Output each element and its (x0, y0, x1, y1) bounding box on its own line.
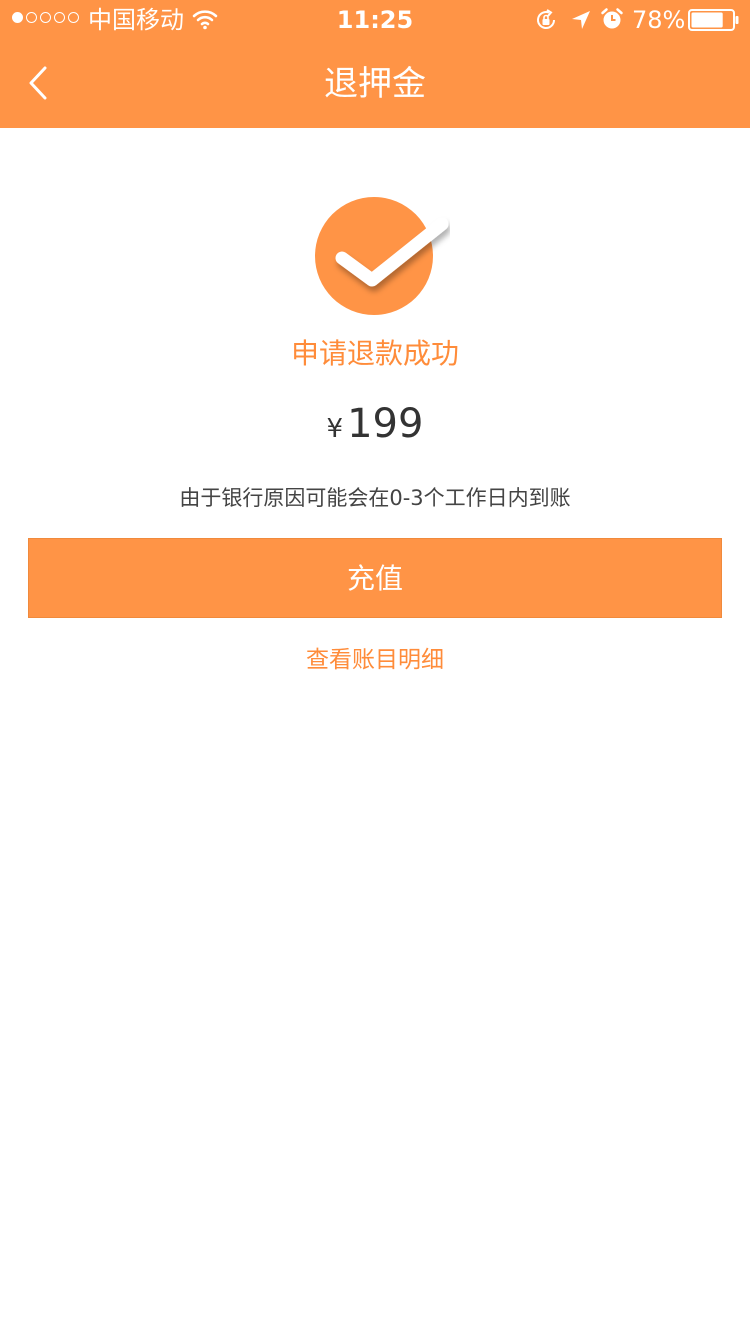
arrival-notice: 由于银行原因可能会在0-3个工作日内到账 (179, 486, 571, 510)
recharge-button[interactable]: 充值 (28, 538, 722, 618)
header: 中国移动 11:25 78% 退押金 (0, 0, 750, 128)
refund-status-text: 申请退款成功 (290, 337, 459, 370)
battery-percentage: 78% (632, 6, 686, 34)
checkmark-circle-icon (315, 197, 449, 315)
alarm-icon (601, 8, 623, 29)
view-account-details-link[interactable]: 查看账目明细 (0, 642, 750, 678)
location-icon (572, 11, 590, 29)
rotation-lock-icon (537, 9, 555, 29)
navigation-bar: 退押金 (0, 40, 750, 128)
battery-icon (688, 9, 739, 31)
refund-amount: ¥199 (0, 394, 750, 462)
page-title: 退押金 (324, 64, 426, 104)
amount-value: 199 (347, 401, 424, 447)
currency-symbol: ¥ (326, 414, 344, 444)
status-bar: 中国移动 11:25 78% (0, 0, 750, 40)
